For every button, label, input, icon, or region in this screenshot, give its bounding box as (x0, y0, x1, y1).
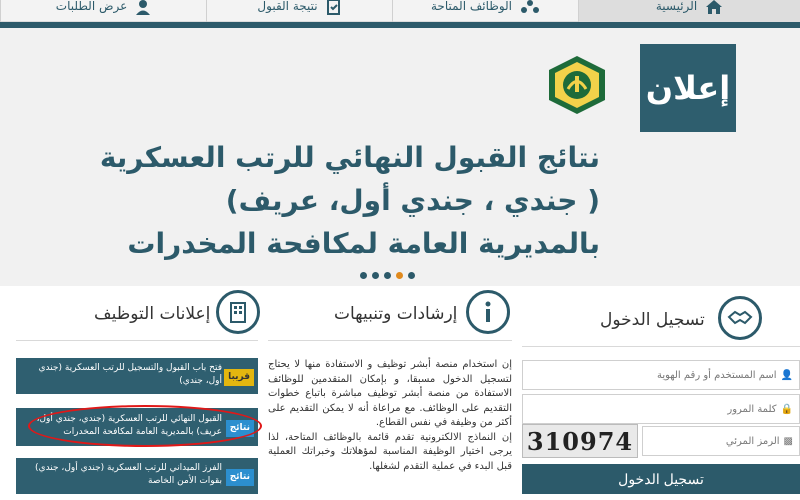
job-card-text: الفرز الميداني للرتب العسكرية (جندي أول،… (35, 463, 222, 486)
nav-home-label: الرئيسية (655, 0, 698, 13)
headline-line-1: نتائج القبول النهائي للرتب العسكرية (99, 141, 600, 174)
carousel-dot[interactable] (360, 272, 367, 279)
nav-acceptance-result-label: نتيجة القبول (257, 0, 318, 13)
home-icon (705, 0, 723, 15)
username-field[interactable]: 👤 اسم المستخدم أو رقم الهوية (522, 360, 800, 390)
building-icon (216, 290, 260, 334)
guidance-paragraph-2: إن النماذج الالكترونية تقدم قائمة بالوظا… (268, 431, 512, 472)
nav-home[interactable]: الرئيسية (578, 0, 800, 22)
info-icon (466, 290, 510, 334)
job-card[interactable]: قريبا فتح باب القبول والتسجيل للرتب العس… (16, 358, 258, 394)
carousel-dot-active[interactable] (396, 272, 403, 279)
login-divider (522, 346, 800, 347)
headline-line-3: بالمديرية العامة لمكافحة المخدرات (127, 227, 600, 260)
username-placeholder: اسم المستخدم أو رقم الهوية (656, 369, 777, 381)
nav-view-applications-label: عرض الطلبات (55, 0, 128, 13)
badge-soon: قريبا (224, 369, 254, 386)
headline-line-2: ( جندي ، جندي أول، عريف) (225, 184, 600, 217)
job-card-text: فتح باب القبول والتسجيل للرتب العسكرية (… (38, 363, 222, 386)
login-title: تسجيل الدخول (600, 310, 705, 330)
captcha-text: 310974 (526, 426, 634, 456)
guidance-text: إن استخدام منصة أبشر توظيف و الاستفادة م… (268, 358, 512, 474)
nav-acceptance-result[interactable]: نتيجة القبول (206, 0, 392, 22)
jobs-title: إعلانات التوظيف (94, 304, 211, 324)
banner-headline: نتائج القبول النهائي للرتب العسكرية ( جن… (80, 136, 600, 265)
carousel-dot[interactable] (372, 272, 379, 279)
emblem-logo (542, 54, 612, 116)
result-icon (326, 0, 342, 15)
image-icon: ▩ (783, 435, 793, 447)
carousel-dot[interactable] (384, 272, 391, 279)
password-field[interactable]: 🔒 كلمة المرور (522, 394, 800, 424)
guidance-divider (268, 340, 512, 341)
guidance-title: إرشادات وتنبيهات (334, 304, 458, 324)
announce-label: إعلان (640, 44, 736, 132)
org-chart-icon (520, 0, 540, 15)
nav-view-applications[interactable]: عرض الطلبات (0, 0, 206, 22)
nav-available-jobs[interactable]: الوظائف المتاحة (392, 0, 578, 22)
captcha-image: 310974 (522, 424, 638, 458)
login-button[interactable]: تسجيل الدخول (522, 464, 800, 494)
guidance-paragraph-1: إن استخدام منصة أبشر توظيف و الاستفادة م… (268, 359, 512, 428)
lock-icon: 🔒 (780, 403, 793, 415)
job-card[interactable]: نتائج الفرز الميداني للرتب العسكرية (جند… (16, 458, 258, 494)
password-placeholder: كلمة المرور (727, 403, 777, 415)
jobs-divider (16, 340, 258, 341)
highlight-ellipse (28, 405, 262, 447)
top-navigation: الرئيسية الوظائف المتاحة نتيجة القبول عر… (0, 0, 800, 22)
carousel-dots (360, 272, 415, 279)
nav-available-jobs-label: الوظائف المتاحة (430, 0, 513, 13)
handshake-icon (718, 296, 762, 340)
user-icon (135, 0, 151, 15)
captcha-placeholder: الرمز المرئي (725, 435, 780, 447)
carousel-dot[interactable] (408, 272, 415, 279)
user-small-icon: 👤 (780, 369, 793, 381)
badge-result: نتائج (225, 469, 254, 486)
captcha-field[interactable]: ▩ الرمز المرئي (642, 426, 800, 456)
